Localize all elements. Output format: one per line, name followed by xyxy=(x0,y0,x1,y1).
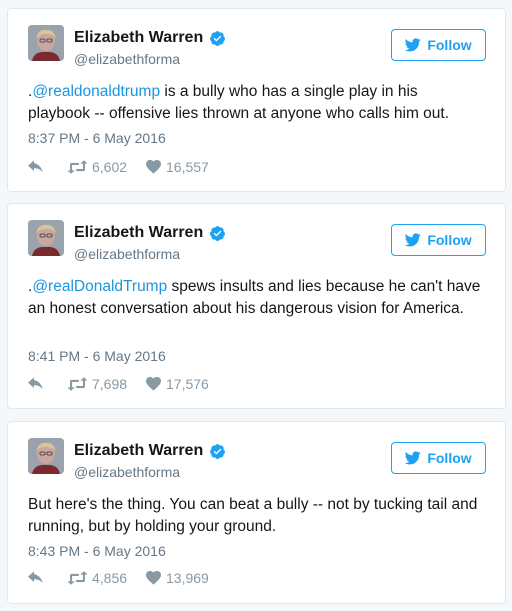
avatar[interactable] xyxy=(28,25,64,61)
retweet-count: 4,856 xyxy=(92,570,128,586)
heart-icon xyxy=(146,571,161,585)
tweet-card: Elizabeth Warren @elizabethforma Follow … xyxy=(7,421,506,604)
author-handle[interactable]: @elizabethforma xyxy=(74,51,180,67)
reply-button[interactable] xyxy=(28,377,68,391)
follow-button[interactable]: Follow xyxy=(391,224,486,256)
mention-link[interactable]: @realdonaldtrump xyxy=(32,83,160,100)
text-body: But here's the thing. You can beat a bul… xyxy=(28,496,478,535)
author-handle[interactable]: @elizabethforma xyxy=(74,464,180,480)
like-button[interactable]: 17,576 xyxy=(146,376,209,392)
action-bar: 6,602 16,557 xyxy=(28,159,209,175)
author-name[interactable]: Elizabeth Warren xyxy=(74,224,203,242)
heart-icon xyxy=(146,160,161,174)
tweet-card: Elizabeth Warren @elizabethforma Follow … xyxy=(7,203,506,409)
action-bar: 4,856 13,969 xyxy=(28,570,209,586)
twitter-bird-icon xyxy=(405,233,422,247)
twitter-bird-icon xyxy=(405,38,422,52)
like-count: 16,557 xyxy=(166,159,209,175)
follow-label: Follow xyxy=(427,232,472,248)
mention-link[interactable]: @realDonaldTrump xyxy=(32,278,167,295)
reply-button[interactable] xyxy=(28,571,68,585)
tweet-text: .@realDonaldTrump spews insults and lies… xyxy=(28,276,481,320)
tweet-text: .@realdonaldtrump is a bully who has a s… xyxy=(28,81,481,125)
retweet-count: 6,602 xyxy=(92,159,128,175)
retweet-button[interactable]: 4,856 xyxy=(68,570,146,586)
author-handle[interactable]: @elizabethforma xyxy=(74,246,180,262)
verified-badge-icon xyxy=(209,225,226,242)
author-name[interactable]: Elizabeth Warren xyxy=(74,29,203,47)
avatar[interactable] xyxy=(28,220,64,256)
avatar[interactable] xyxy=(28,438,64,474)
verified-badge-icon xyxy=(209,30,226,47)
author-name[interactable]: Elizabeth Warren xyxy=(74,442,203,460)
follow-label: Follow xyxy=(427,450,472,466)
timestamp[interactable]: 8:43 PM - 6 May 2016 xyxy=(28,543,166,559)
like-button[interactable]: 13,969 xyxy=(146,570,209,586)
follow-button[interactable]: Follow xyxy=(391,29,486,61)
avatar-image xyxy=(28,25,64,61)
retweet-icon xyxy=(68,160,87,174)
reply-icon xyxy=(28,571,43,584)
tweet-card: Elizabeth Warren @elizabethforma Follow … xyxy=(7,8,506,192)
follow-label: Follow xyxy=(427,37,472,53)
avatar-image xyxy=(28,220,64,256)
like-count: 17,576 xyxy=(166,376,209,392)
twitter-bird-icon xyxy=(405,451,422,465)
retweet-count: 7,698 xyxy=(92,376,128,392)
like-button[interactable]: 16,557 xyxy=(146,159,209,175)
retweet-button[interactable]: 7,698 xyxy=(68,376,146,392)
timestamp[interactable]: 8:41 PM - 6 May 2016 xyxy=(28,348,166,364)
follow-button[interactable]: Follow xyxy=(391,442,486,474)
avatar-image xyxy=(28,438,64,474)
reply-icon xyxy=(28,377,43,390)
action-bar: 7,698 17,576 xyxy=(28,376,209,392)
reply-icon xyxy=(28,160,43,173)
timestamp[interactable]: 8:37 PM - 6 May 2016 xyxy=(28,130,166,146)
heart-icon xyxy=(146,377,161,391)
retweet-button[interactable]: 6,602 xyxy=(68,159,146,175)
retweet-icon xyxy=(68,377,87,391)
like-count: 13,969 xyxy=(166,570,209,586)
reply-button[interactable] xyxy=(28,160,68,174)
tweet-text: But here's the thing. You can beat a bul… xyxy=(28,494,481,538)
verified-badge-icon xyxy=(209,443,226,460)
retweet-icon xyxy=(68,571,87,585)
